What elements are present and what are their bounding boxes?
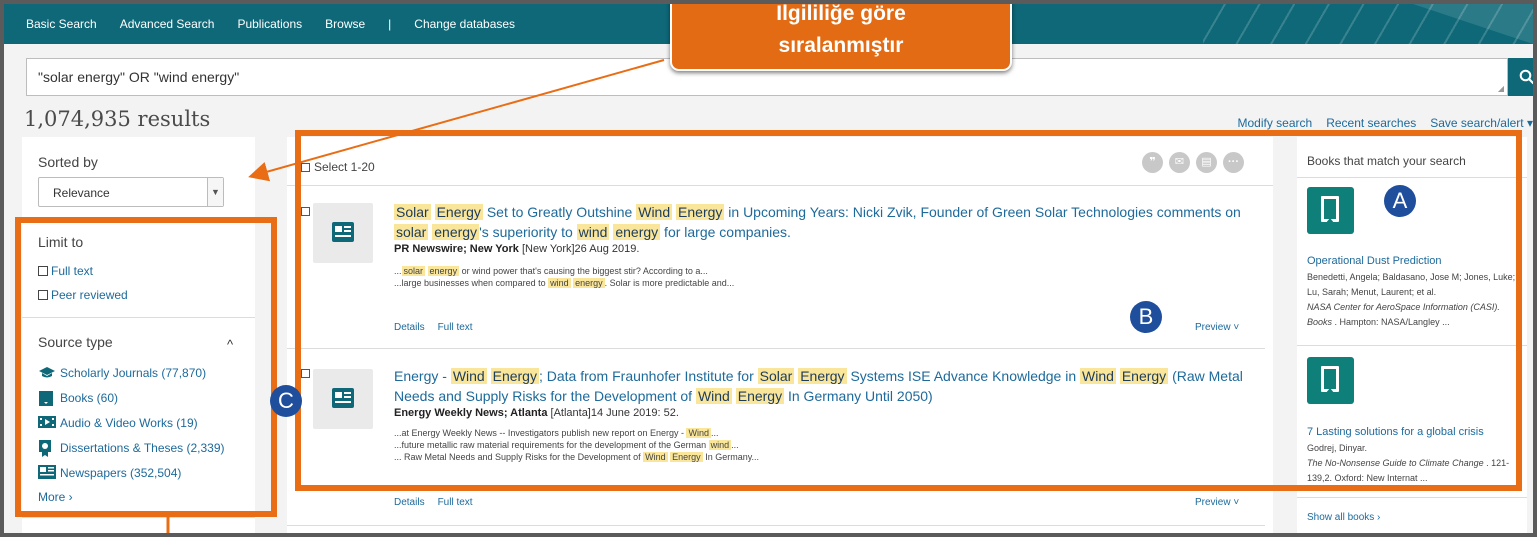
callout-line-2: sıralanmıştır bbox=[778, 34, 904, 57]
annotation-badge-a: A bbox=[1384, 185, 1416, 217]
callout-line-1: İlgililiğe göre bbox=[776, 4, 906, 25]
annotation-arrows bbox=[166, 59, 665, 533]
annotation-badge-b: B bbox=[1130, 301, 1162, 333]
annotation-callout: İlgililiğe göre sıralanmıştır bbox=[670, 4, 1012, 71]
annotation-badge-c: C bbox=[270, 385, 302, 417]
page-frame: Basic Search Advanced Search Publication… bbox=[4, 4, 1533, 533]
